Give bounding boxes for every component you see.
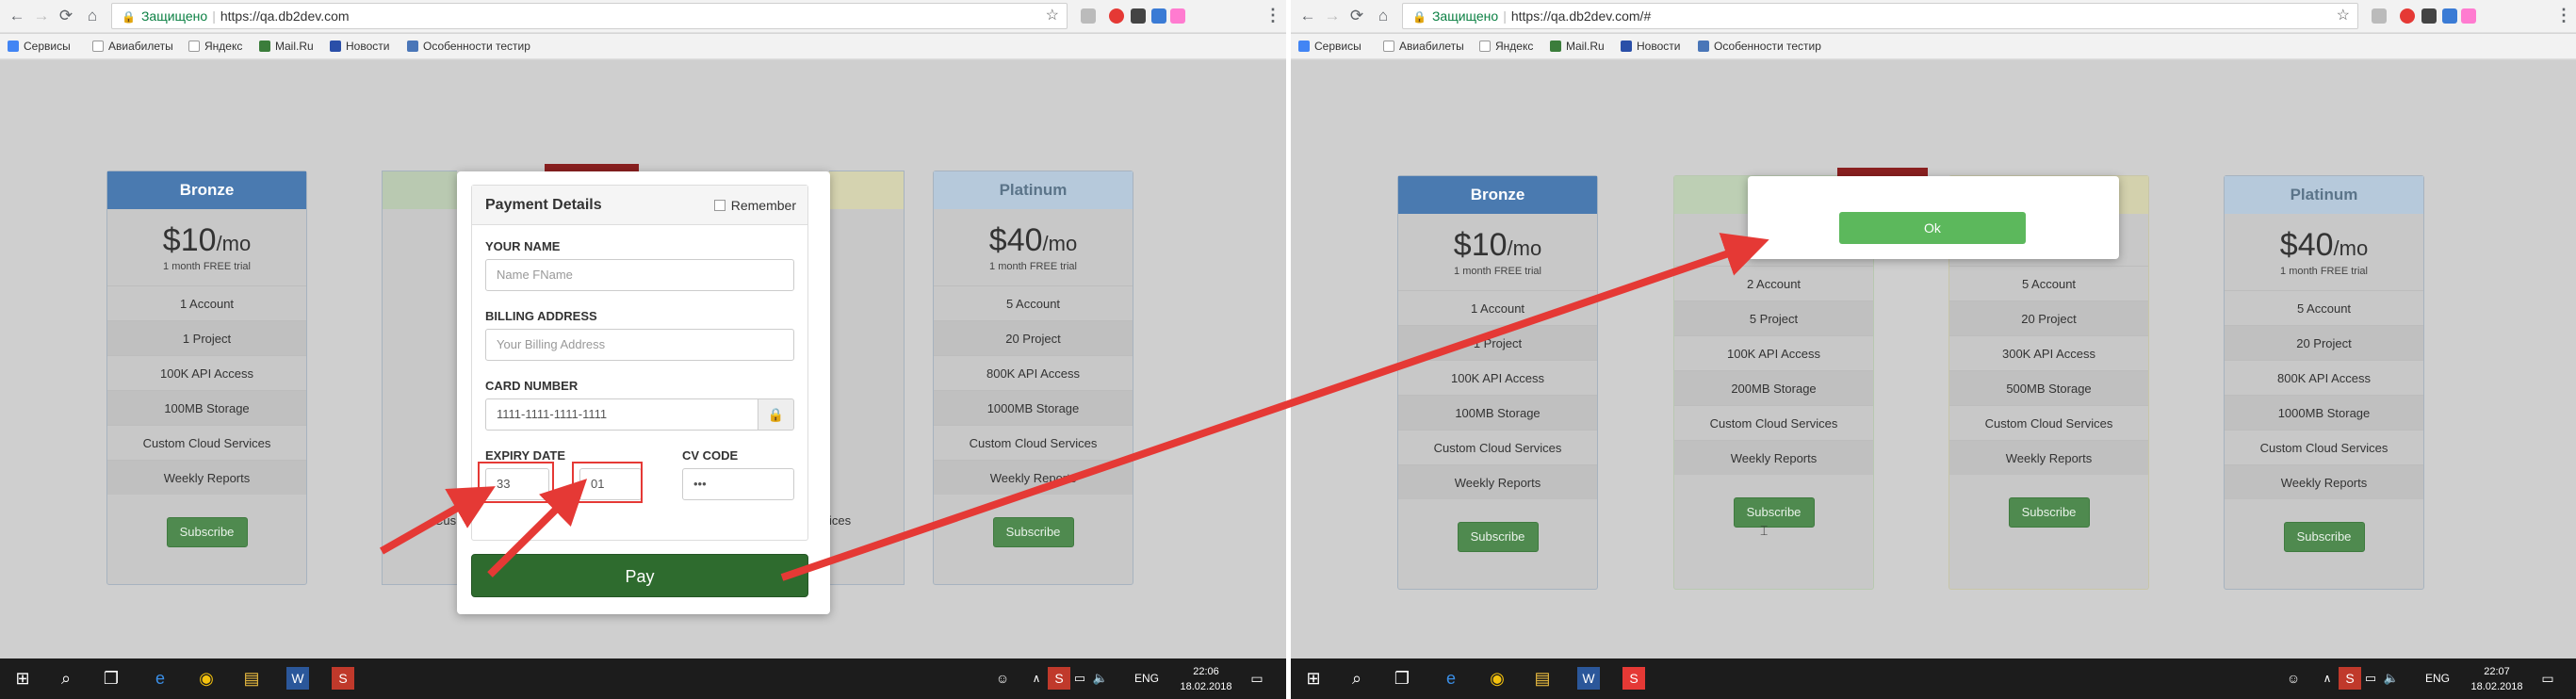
- arrow-to-expiry-year: [487, 479, 588, 577]
- arrow-to-expiry-month: [380, 486, 496, 555]
- annotation-arrows: [380, 233, 1769, 581]
- arrow-pay-to-ok: [780, 233, 1769, 581]
